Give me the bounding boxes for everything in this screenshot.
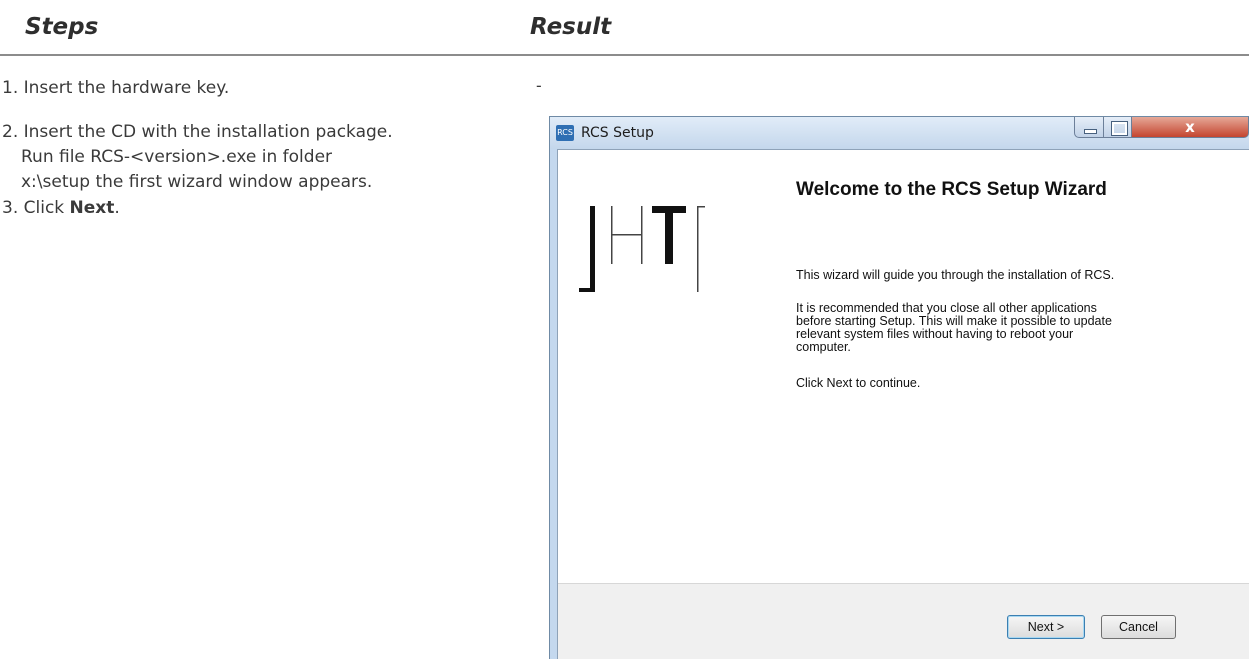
header-divider bbox=[0, 54, 1249, 56]
step-2-line-1: 2. Insert the CD with the installation p… bbox=[2, 122, 393, 142]
recommendation-line: computer. bbox=[796, 340, 851, 354]
rcs-setup-window: RCS RCS Setup x Welcome to the RCS Setup… bbox=[549, 116, 1249, 659]
rcs-app-icon: RCS bbox=[556, 125, 574, 141]
step-3-next-keyword: Next bbox=[69, 198, 115, 218]
wizard-heading: Welcome to the RCS Setup Wizard bbox=[796, 179, 1107, 200]
wizard-continue-text: Click Next to continue. bbox=[796, 376, 921, 390]
close-icon: x bbox=[1185, 118, 1195, 136]
result-column-header: Result bbox=[530, 14, 612, 40]
step-3: 3. Click Next. bbox=[2, 196, 120, 221]
wizard-recommendation-text: It is recommended that you close all oth… bbox=[796, 302, 1236, 354]
recommendation-line: relevant system files without having to … bbox=[796, 327, 1074, 341]
window-title: RCS Setup bbox=[581, 125, 654, 141]
steps-column-header: Steps bbox=[25, 14, 99, 40]
close-button[interactable]: x bbox=[1131, 117, 1249, 138]
maximize-button[interactable] bbox=[1103, 117, 1132, 138]
cancel-button[interactable]: Cancel bbox=[1101, 615, 1176, 639]
step-3-prefix: 3. Click bbox=[2, 198, 70, 218]
step-2-line-3: x:\setup the first wizard window appears… bbox=[21, 172, 373, 192]
step-2-line-2: Run file RCS-<version>.exe in folder bbox=[21, 147, 333, 167]
next-button[interactable]: Next > bbox=[1007, 615, 1085, 639]
wizard-footer: Next > Cancel bbox=[558, 583, 1249, 659]
minimize-button[interactable] bbox=[1074, 117, 1104, 138]
wizard-intro-text: This wizard will guide you through the i… bbox=[796, 268, 1115, 282]
wizard-content: Welcome to the RCS Setup Wizard This wiz… bbox=[557, 149, 1249, 659]
ht-logo bbox=[579, 206, 705, 292]
result-step-1: - bbox=[536, 76, 542, 95]
step-3-suffix: . bbox=[114, 198, 120, 218]
step-2: 2. Insert the CD with the installation p… bbox=[2, 120, 393, 195]
step-1: 1. Insert the hardware key. bbox=[2, 78, 230, 98]
window-titlebar[interactable]: RCS RCS Setup x bbox=[550, 117, 1249, 149]
